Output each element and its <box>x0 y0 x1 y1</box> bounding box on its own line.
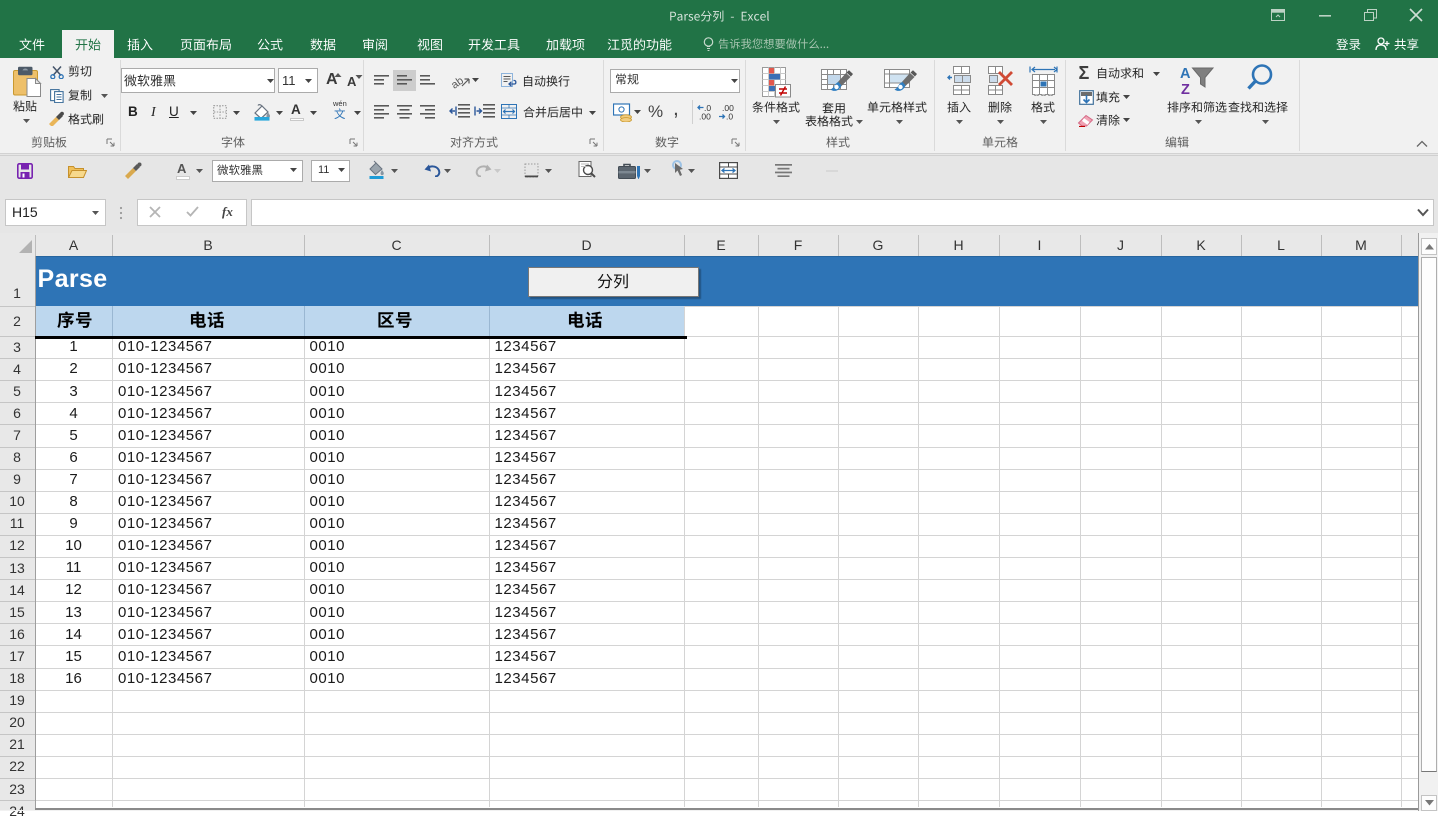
svg-text:.0: .0 <box>726 112 733 121</box>
svg-text:ab: ab <box>450 75 466 89</box>
svg-text:.00: .00 <box>699 112 711 121</box>
svg-text:A: A <box>1180 66 1191 82</box>
svg-text:Z: Z <box>1181 82 1190 96</box>
